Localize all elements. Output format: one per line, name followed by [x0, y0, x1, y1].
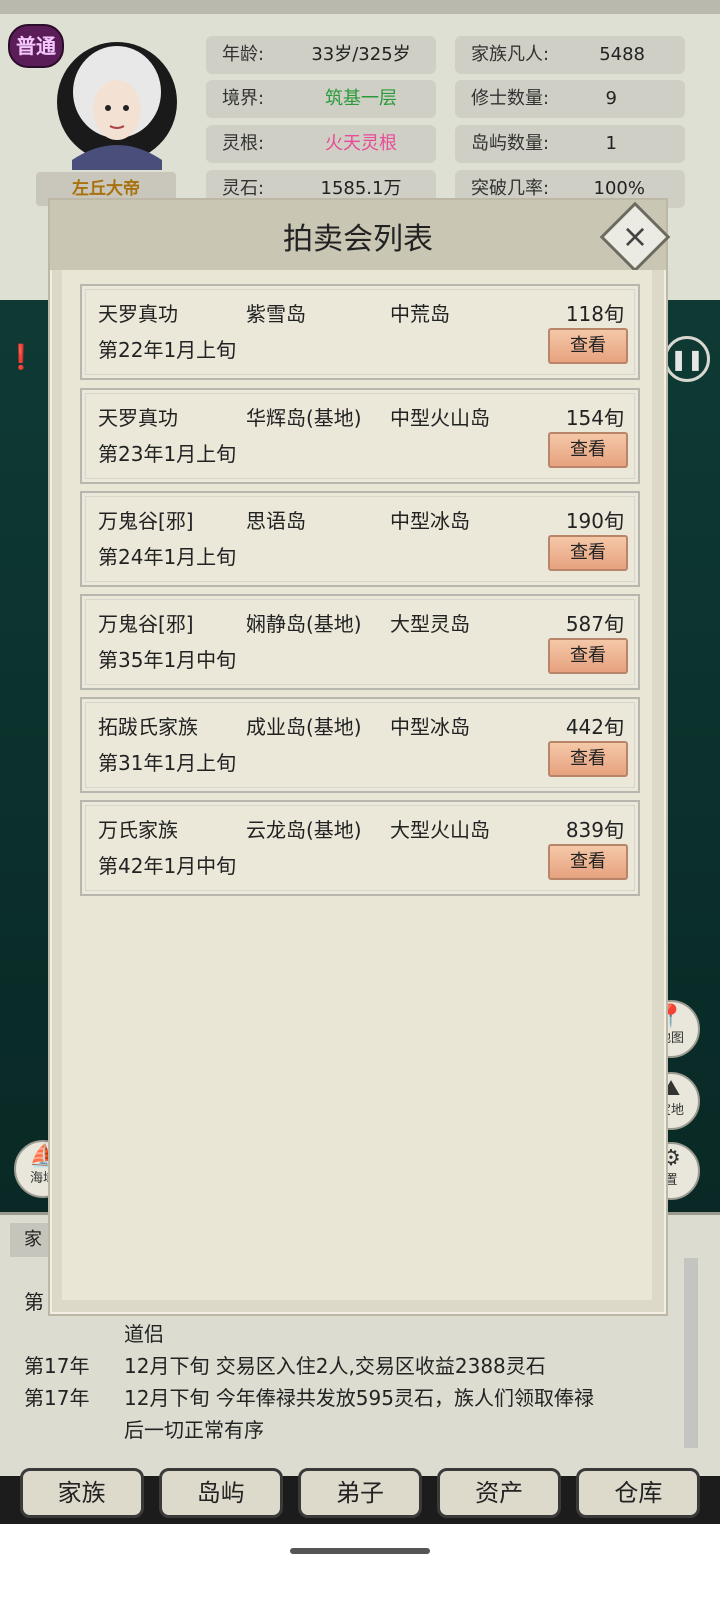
- auction-distance: 190旬: [565, 509, 624, 533]
- age-value: 33岁/325岁: [311, 44, 411, 65]
- auction-modal: 拍卖会列表 × 天罗真功 紫雪岛 中荒岛 118旬 第22年1月上旬 查看 天罗…: [48, 198, 671, 1316]
- auction-item: 拓跋氏家族 成业岛(基地) 中型冰岛 442旬 第31年1月上旬 查看: [80, 697, 640, 793]
- root-label: 灵根:: [222, 133, 265, 154]
- root-value: 火天灵根: [325, 133, 397, 154]
- auction-island: 华辉岛(基地): [246, 406, 362, 430]
- auction-island: 思语岛: [246, 509, 306, 533]
- auction-island: 云龙岛(基地): [246, 818, 362, 842]
- auction-distance: 442旬: [565, 715, 624, 739]
- view-button[interactable]: 查看: [548, 741, 628, 777]
- modal-header: 拍卖会列表 ×: [50, 200, 671, 273]
- auction-date: 第22年1月上旬: [98, 338, 237, 362]
- warning-icon[interactable]: ❗: [4, 340, 38, 374]
- realm-label: 境界:: [222, 88, 265, 109]
- auction-island: 娴静岛(基地): [246, 612, 362, 636]
- auction-date: 第35年1月中旬: [98, 648, 237, 672]
- auction-sect: 万鬼谷[邪]: [98, 612, 194, 636]
- auction-item: 万氏家族 云龙岛(基地) 大型火山岛 839旬 第42年1月中旬 查看: [80, 800, 640, 896]
- auction-sect: 天罗真功: [98, 302, 178, 326]
- bottom-nav: 家族 岛屿 弟子 资产 仓库: [0, 1468, 720, 1524]
- auction-sect: 万鬼谷[邪]: [98, 509, 194, 533]
- clan-label: 家族凡人:: [471, 44, 550, 65]
- auction-item: 天罗真功 紫雪岛 中荒岛 118旬 第22年1月上旬 查看: [80, 284, 640, 380]
- view-button[interactable]: 查看: [548, 432, 628, 468]
- auction-island-type: 中型火山岛: [390, 406, 490, 430]
- auction-distance: 154旬: [565, 406, 624, 430]
- age-label: 年龄:: [222, 44, 265, 65]
- auction-island-type: 大型灵岛: [390, 612, 470, 636]
- auction-distance: 118旬: [565, 302, 624, 326]
- auction-sect: 拓跋氏家族: [98, 715, 198, 739]
- modal-title: 拍卖会列表: [283, 222, 433, 257]
- nav-assets-button[interactable]: 资产: [437, 1468, 562, 1518]
- auction-item: 天罗真功 华辉岛(基地) 中型火山岛 154旬 第23年1月上旬 查看: [80, 388, 640, 484]
- auction-date: 第42年1月中旬: [98, 854, 237, 878]
- auction-island-type: 中型冰岛: [390, 715, 470, 739]
- view-button[interactable]: 查看: [548, 638, 628, 674]
- cultivator-stat: 修士数量: 9: [455, 80, 685, 118]
- auction-island-type: 中型冰岛: [390, 509, 470, 533]
- auction-distance: 587旬: [565, 612, 624, 636]
- auction-island-type: 大型火山岛: [390, 818, 490, 842]
- nav-disciples-button[interactable]: 弟子: [297, 1468, 422, 1518]
- close-button[interactable]: ×: [599, 201, 671, 273]
- pause-button[interactable]: ❚❚: [664, 336, 710, 382]
- view-button[interactable]: 查看: [548, 844, 628, 880]
- auction-island: 紫雪岛: [246, 302, 306, 326]
- nav-warehouse-button[interactable]: 仓库: [576, 1468, 701, 1518]
- auction-list: 天罗真功 紫雪岛 中荒岛 118旬 第22年1月上旬 查看 天罗真功 华辉岛(基…: [62, 270, 652, 1300]
- view-button[interactable]: 查看: [548, 328, 628, 364]
- auction-date: 第23年1月上旬: [98, 442, 237, 466]
- auction-date: 第31年1月上旬: [98, 751, 237, 775]
- root-stat: 灵根: 火天灵根: [206, 125, 436, 163]
- clan-value: 5488: [599, 44, 645, 65]
- avatar[interactable]: [52, 30, 182, 170]
- auction-item: 万鬼谷[邪] 思语岛 中型冰岛 190旬 第24年1月上旬 查看: [80, 491, 640, 587]
- auction-island-type: 中荒岛: [390, 302, 450, 326]
- auction-item: 万鬼谷[邪] 娴静岛(基地) 大型灵岛 587旬 第35年1月中旬 查看: [80, 594, 640, 690]
- home-indicator: [0, 1524, 720, 1600]
- auction-sect: 万氏家族: [98, 818, 178, 842]
- auction-distance: 839旬: [565, 818, 624, 842]
- islands-value: 1: [605, 133, 617, 154]
- nav-family-button[interactable]: 家族: [19, 1468, 144, 1518]
- view-button[interactable]: 查看: [548, 535, 628, 571]
- auction-sect: 天罗真功: [98, 406, 178, 430]
- clan-stat: 家族凡人: 5488: [455, 36, 685, 74]
- auction-island: 成业岛(基地): [246, 715, 362, 739]
- islands-stat: 岛屿数量: 1: [455, 125, 685, 163]
- cultivator-value: 9: [605, 88, 617, 109]
- islands-label: 岛屿数量:: [471, 133, 550, 154]
- auction-date: 第24年1月上旬: [98, 545, 237, 569]
- age-stat: 年龄: 33岁/325岁: [206, 36, 436, 74]
- close-icon: ×: [621, 217, 649, 255]
- realm-value: 筑基一层: [325, 88, 397, 109]
- log-scrollbar[interactable]: [684, 1258, 698, 1448]
- realm-stat: 境界: 筑基一层: [206, 80, 436, 118]
- cultivator-label: 修士数量:: [471, 88, 550, 109]
- nav-islands-button[interactable]: 岛屿: [158, 1468, 283, 1518]
